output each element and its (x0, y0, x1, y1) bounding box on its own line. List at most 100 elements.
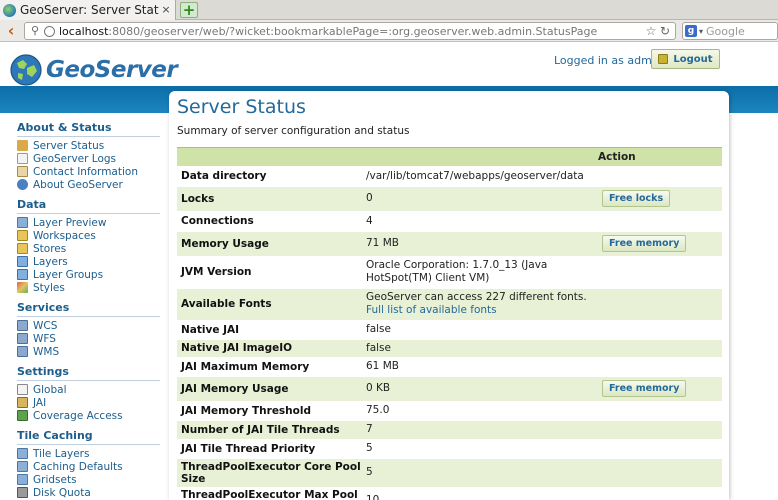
row-label: JAI Tile Thread Priority (181, 442, 316, 455)
tab-close-icon[interactable]: × (159, 3, 173, 17)
sidebar-item-disk-quota[interactable]: Disk Quota (17, 486, 168, 499)
row-label: Data directory (181, 170, 267, 182)
logout-button[interactable]: Logout (651, 49, 720, 69)
search-placeholder[interactable]: Google (706, 25, 745, 38)
sidebar-item-gridsets[interactable]: Gridsets (17, 473, 168, 486)
table-row: ThreadPoolExecutor Max Pool Size 10 (177, 487, 722, 500)
sidebar-item-label: WFS (33, 332, 56, 345)
layers-icon (17, 256, 28, 267)
google-icon[interactable]: g (685, 25, 697, 37)
table-row: Locks 0 Free locks (177, 186, 722, 211)
sidebar-item-wcs[interactable]: WCS (17, 319, 168, 332)
gridsets-icon (17, 474, 28, 485)
sidebar-item-layer-preview[interactable]: Layer Preview (17, 216, 168, 229)
row-action (598, 256, 722, 289)
reload-icon[interactable]: ↻ (658, 24, 672, 38)
sidebar-heading-settings: Settings (17, 365, 69, 378)
sidebar-divider (17, 213, 160, 214)
row-label: ThreadPoolExecutor Core Pool Size (177, 458, 362, 487)
sidebar-section-tile-caching: Tile Caching Tile Layers Caching Default… (0, 429, 168, 499)
sidebar-item-tile-layers[interactable]: Tile Layers (17, 447, 168, 460)
row-label: JAI Memory Threshold (181, 404, 311, 417)
back-arrow-icon[interactable]: ‹ (3, 22, 19, 40)
browser-navbar: ‹ ⚲ localhost:8080/geoserver/web/?wicket… (0, 20, 778, 42)
row-label: Native JAI (181, 323, 240, 336)
row-value: 5 (366, 442, 373, 454)
sidebar-item-label: Layer Groups (33, 268, 104, 281)
row-value: 5 (362, 458, 598, 487)
row-action (598, 487, 722, 500)
sidebar-item-wfs[interactable]: WFS (17, 332, 168, 345)
font-list-link[interactable]: Full list of available fonts (366, 304, 497, 316)
sidebar-item-layer-groups[interactable]: Layer Groups (17, 268, 168, 281)
geoserver-logo[interactable]: GeoServer (9, 53, 178, 87)
sidebar-heading-about-status: About & Status (17, 121, 112, 134)
column-header-label (177, 147, 362, 166)
chevron-down-icon[interactable]: ▾ (699, 27, 703, 36)
row-value: 4 (366, 214, 373, 227)
row-value: 71 MB (362, 231, 598, 256)
url-path: :8080/geoserver/web/?wicket:bookmarkable… (108, 24, 598, 38)
sidebar-item-workspaces[interactable]: Workspaces (17, 229, 168, 242)
tile-layers-icon (17, 448, 28, 459)
sidebar-item-label: Coverage Access (33, 409, 123, 422)
free-locks-button[interactable]: Free locks (602, 190, 671, 207)
logs-icon (17, 153, 28, 164)
free-jai-memory-button[interactable]: Free memory (602, 380, 687, 397)
row-label: Locks (177, 186, 362, 211)
new-tab-button[interactable]: + (180, 2, 198, 18)
url-text[interactable]: localhost:8080/geoserver/web/?wicket:boo… (59, 25, 644, 38)
row-value: 75.0 (366, 404, 390, 416)
sidebar-item-global[interactable]: Global (17, 383, 168, 396)
sidebar-item-label: WCS (33, 319, 58, 332)
sidebar-item-jai[interactable]: JAI (17, 396, 168, 409)
contact-icon (17, 166, 28, 177)
sidebar-item-label: Styles (33, 281, 65, 294)
sidebar-item-styles[interactable]: Styles (17, 281, 168, 294)
sidebar-section-about-status: About & Status Server Status GeoServer L… (0, 121, 168, 191)
sidebar-item-coverage-access[interactable]: Coverage Access (17, 409, 168, 422)
disk-quota-icon (17, 487, 28, 498)
main-panel: Server Status Summary of server configur… (169, 91, 729, 500)
fonts-count-text: GeoServer can access 227 different fonts… (366, 291, 587, 303)
wms-icon (17, 346, 28, 357)
row-value: 0 (362, 186, 598, 211)
status-table: Action Data directory /var/lib/tomcat7/w… (177, 147, 722, 500)
sidebar-item-label: Gridsets (33, 473, 77, 486)
search-bar[interactable]: g ▾ Google (682, 22, 778, 40)
layer-groups-icon (17, 269, 28, 280)
row-action (598, 339, 722, 357)
url-bar[interactable]: ⚲ localhost:8080/geoserver/web/?wicket:b… (24, 22, 676, 40)
sidebar-item-wms[interactable]: WMS (17, 345, 168, 358)
table-row: Data directory /var/lib/tomcat7/webapps/… (177, 166, 722, 187)
sidebar-item-stores[interactable]: Stores (17, 242, 168, 255)
bookmark-star-icon[interactable]: ☆ (644, 24, 658, 38)
server-status-icon (17, 140, 28, 151)
sidebar-item-layers[interactable]: Layers (17, 255, 168, 268)
sidebar-item-geoserver-logs[interactable]: GeoServer Logs (17, 152, 168, 165)
sidebar-item-caching-defaults[interactable]: Caching Defaults (17, 460, 168, 473)
login-status: Logged in as admin. (554, 54, 666, 67)
browser-tabbar: GeoServer: Server Status × + (0, 0, 778, 20)
row-label: Available Fonts (177, 288, 362, 320)
sidebar-item-server-status[interactable]: Server Status (17, 139, 168, 152)
free-memory-button[interactable]: Free memory (602, 235, 687, 252)
browser-tab[interactable]: GeoServer: Server Status × (0, 0, 176, 20)
table-row: JAI Memory Threshold 75.0 (177, 401, 722, 421)
jai-icon (17, 397, 28, 408)
row-action: Free memory (598, 231, 722, 256)
sidebar-section-settings: Settings Global JAI Coverage Access (0, 365, 168, 422)
sidebar-item-contact-information[interactable]: Contact Information (17, 165, 168, 178)
sidebar: About & Status Server Status GeoServer L… (0, 113, 168, 500)
sidebar-item-about-geoserver[interactable]: About GeoServer (17, 178, 168, 191)
logout-icon (658, 54, 669, 64)
row-action (598, 439, 722, 459)
sidebar-item-label: Contact Information (33, 165, 138, 178)
logo-text: GeoServer (46, 57, 178, 83)
sidebar-heading-tile-caching: Tile Caching (17, 429, 93, 442)
sidebar-divider (17, 380, 160, 381)
row-value: 0 KB (362, 376, 598, 401)
globe-icon (44, 25, 55, 37)
row-label: JVM Version (181, 266, 252, 278)
identity-icon[interactable]: ⚲ (28, 24, 42, 38)
